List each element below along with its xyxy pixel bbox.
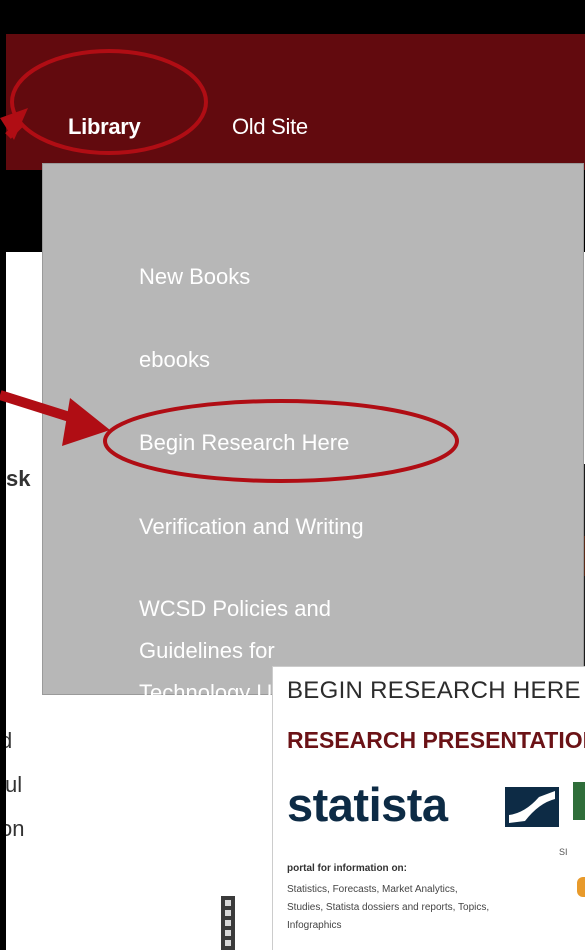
nav-link-library[interactable]: Library xyxy=(68,114,141,140)
page-frame: Library Old Site sk l d cul on New Books… xyxy=(6,6,585,950)
menu-item-new-books[interactable]: New Books xyxy=(139,256,250,298)
bg-fragment-3: cul xyxy=(6,772,23,797)
bg-fragment-heading: sk xyxy=(6,466,31,491)
research-page-preview: BEGIN RESEARCH HERE RESEARCH PRESENTATIO… xyxy=(272,666,585,950)
statista-logo-mark-icon xyxy=(505,787,559,827)
filmstrip-image xyxy=(221,896,235,950)
statista-logo[interactable]: statista xyxy=(287,777,448,832)
menu-item-ebooks[interactable]: ebooks xyxy=(139,339,210,381)
menu-item-begin-research-here[interactable]: Begin Research Here xyxy=(139,422,349,464)
partner-label: SI xyxy=(559,847,568,857)
partner-icon xyxy=(577,877,585,897)
nav-link-old-site[interactable]: Old Site xyxy=(232,114,308,140)
preview-title: BEGIN RESEARCH HERE xyxy=(287,677,581,704)
menu-item-library-media[interactable]: Library Media xyxy=(139,714,272,756)
partner-logo xyxy=(573,782,585,820)
preview-subtitle: RESEARCH PRESENTATIONS xyxy=(287,727,585,753)
bg-fragment-2: d xyxy=(6,728,13,753)
preview-description-heading: portal for information on: xyxy=(287,863,407,874)
top-strip xyxy=(6,6,585,34)
library-dropdown-menu: New Books ebooks Begin Research Here Ver… xyxy=(42,163,584,747)
preview-description: Statistics, Forecasts, Market Analytics,… xyxy=(287,884,490,931)
menu-item-verification-and-writing[interactable]: Verification and Writing xyxy=(139,506,364,548)
bg-fragment-4: on xyxy=(6,816,25,841)
nav-bar: Library Old Site xyxy=(6,34,585,170)
